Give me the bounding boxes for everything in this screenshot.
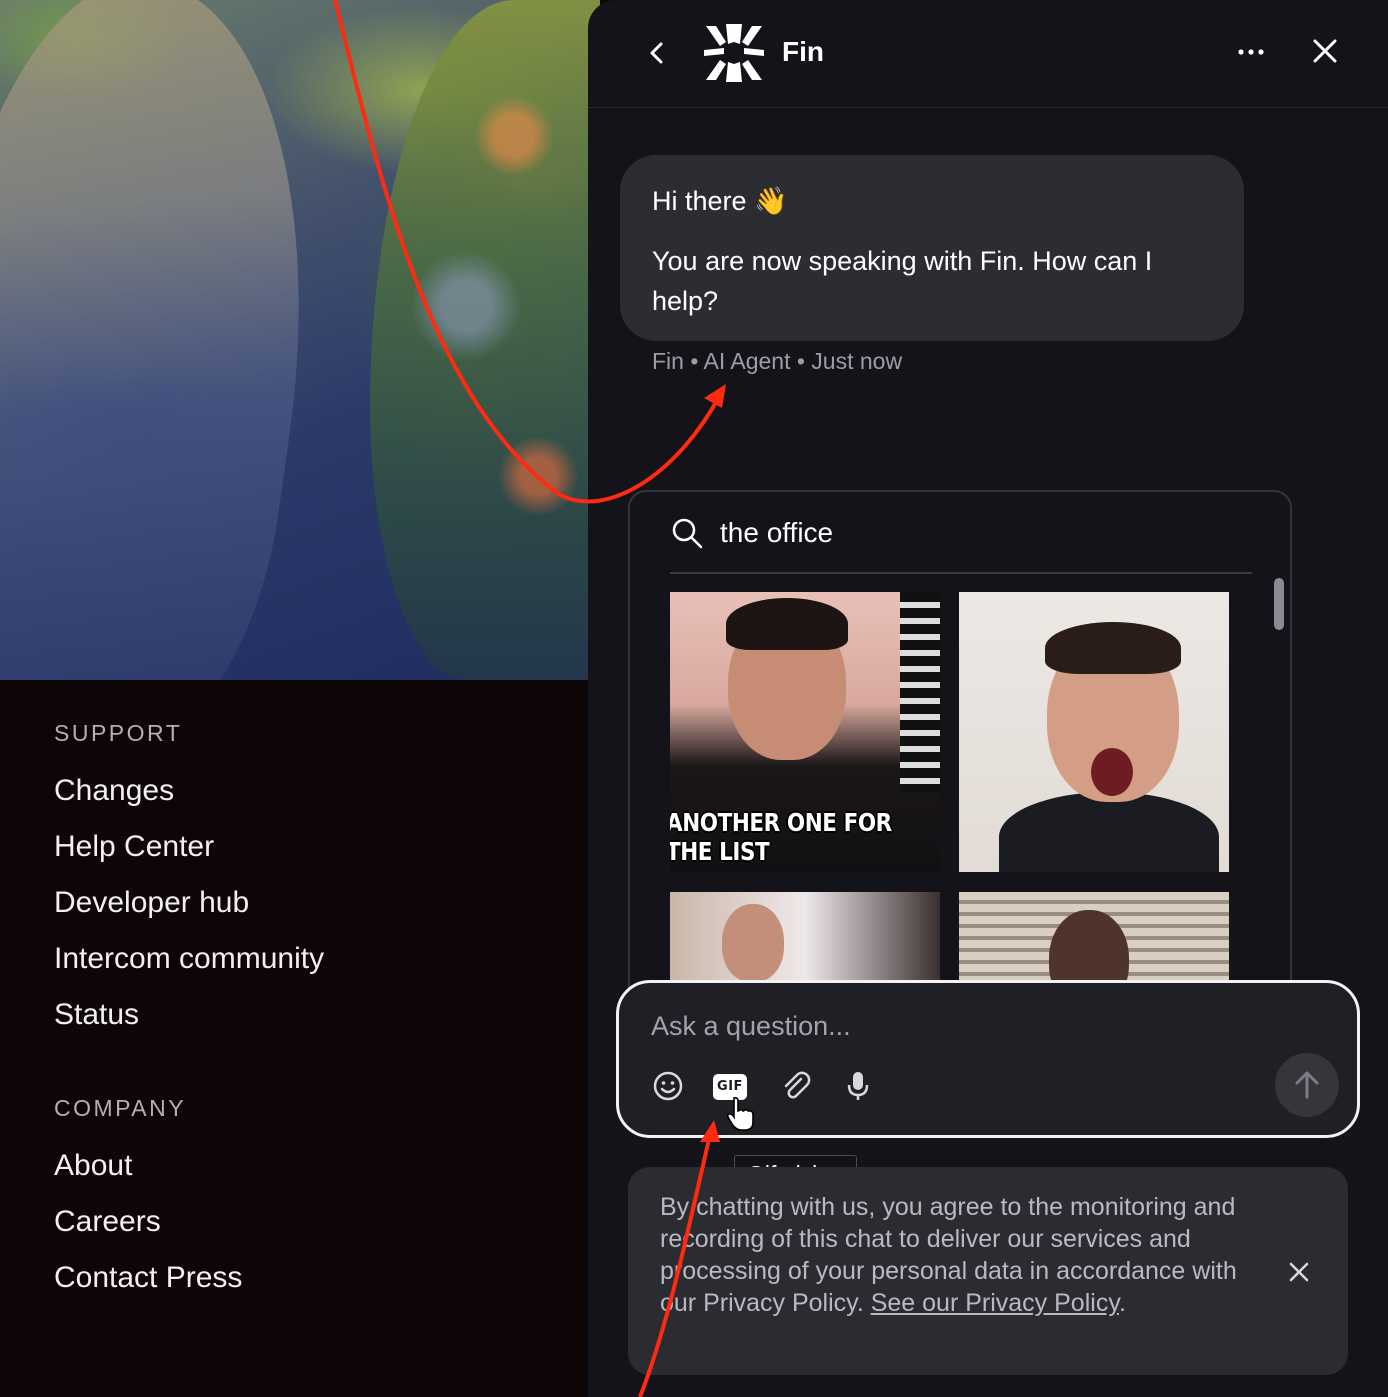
dirt-path	[0, 0, 354, 680]
footer-link-help-center[interactable]: Help Center	[54, 831, 324, 887]
gif-result[interactable]	[959, 592, 1229, 872]
footer-link-about[interactable]: About	[54, 1150, 324, 1206]
footer-link-developer-hub[interactable]: Developer hub	[54, 887, 324, 943]
send-button[interactable]	[1275, 1053, 1339, 1117]
search-icon	[672, 518, 703, 549]
footer-link-changes[interactable]: Changes	[54, 775, 324, 831]
privacy-notice-suffix: .	[1118, 1289, 1126, 1317]
paperclip-icon[interactable]	[779, 1069, 813, 1103]
more-options-icon[interactable]	[1236, 42, 1266, 62]
flower-meadow	[370, 0, 600, 680]
gif-result[interactable]: ANOTHER ONE FOR THE LIST	[670, 592, 940, 872]
background-photo	[0, 0, 600, 680]
message-body: You are now speaking with Fin. How can I…	[652, 246, 1153, 316]
company-group: COMPANY About Careers Contact Press	[54, 1095, 324, 1318]
chat-title: Fin	[782, 36, 824, 67]
chat-panel: Fin Hi there 👋 You are now speaking with…	[588, 0, 1388, 1397]
chat-header: Fin	[588, 0, 1388, 108]
footer-link-careers[interactable]: Careers	[54, 1206, 324, 1262]
fin-message-bubble: Hi there 👋 You are now speaking with Fin…	[620, 155, 1244, 341]
gif-search-input[interactable]	[720, 512, 1240, 554]
question-input[interactable]	[651, 1011, 1251, 1051]
microphone-icon[interactable]	[841, 1069, 875, 1103]
gif-picker-popover: ANOTHER ONE FOR THE LIST	[628, 490, 1292, 1012]
gif-search-bar	[670, 512, 1252, 574]
footer-link-intercom-community[interactable]: Intercom community	[54, 943, 324, 999]
chevron-left-icon[interactable]	[644, 38, 670, 68]
support-group: SUPPORT Changes Help Center Developer hu…	[54, 720, 324, 1055]
support-heading: SUPPORT	[54, 720, 183, 746]
fin-logo-icon	[704, 24, 764, 82]
privacy-notice: By chatting with us, you agree to the mo…	[628, 1167, 1348, 1375]
footer-links: SUPPORT Changes Help Center Developer hu…	[54, 720, 324, 1346]
message-greeting: Hi there 👋	[652, 186, 788, 216]
close-notice-icon[interactable]	[1288, 1261, 1310, 1283]
close-icon[interactable]	[1310, 36, 1340, 66]
gif-caption: ANOTHER ONE FOR THE LIST	[670, 808, 892, 866]
hand-pointer-cursor-icon	[726, 1096, 754, 1131]
gif-scrollbar[interactable]	[1274, 578, 1284, 630]
emoji-icon[interactable]	[651, 1069, 685, 1103]
arrow-up-icon	[1295, 1071, 1319, 1099]
footer-link-contact-press[interactable]: Contact Press	[54, 1262, 324, 1318]
privacy-policy-link[interactable]: See our Privacy Policy	[871, 1289, 1119, 1317]
company-heading: COMPANY	[54, 1095, 187, 1121]
message-meta: Fin • AI Agent • Just now	[652, 348, 903, 374]
footer-link-status[interactable]: Status	[54, 999, 324, 1055]
